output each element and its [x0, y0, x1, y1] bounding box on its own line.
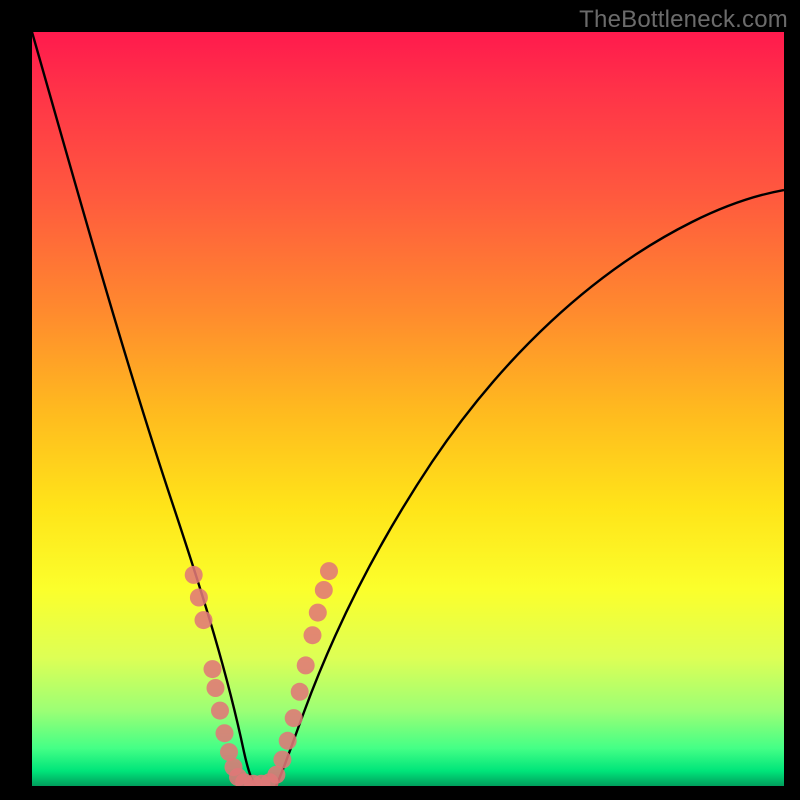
watermark-text: TheBottleneck.com: [579, 6, 788, 34]
chart-frame: TheBottleneck.com: [0, 0, 800, 800]
scatter-dot: [273, 751, 291, 769]
scatter-dot: [285, 709, 303, 727]
scatter-dot: [207, 679, 225, 697]
scatter-dot: [204, 660, 222, 678]
scatter-dot: [185, 566, 203, 584]
scatter-dot: [216, 724, 234, 742]
scatter-dot: [297, 656, 315, 674]
scatter-dot: [291, 683, 309, 701]
scatter-dot: [320, 562, 338, 580]
scatter-dot: [304, 626, 322, 644]
scatter-dot: [190, 589, 208, 607]
chart-plot-area: [32, 32, 784, 786]
curve-right-branch: [276, 190, 784, 786]
scatter-dot: [211, 702, 229, 720]
scatter-dot: [309, 604, 327, 622]
scatter-group: [185, 562, 338, 786]
chart-svg: [32, 32, 784, 786]
scatter-dot: [279, 732, 297, 750]
scatter-dot: [315, 581, 333, 599]
scatter-dot: [195, 611, 213, 629]
curve-left-branch: [32, 32, 256, 786]
